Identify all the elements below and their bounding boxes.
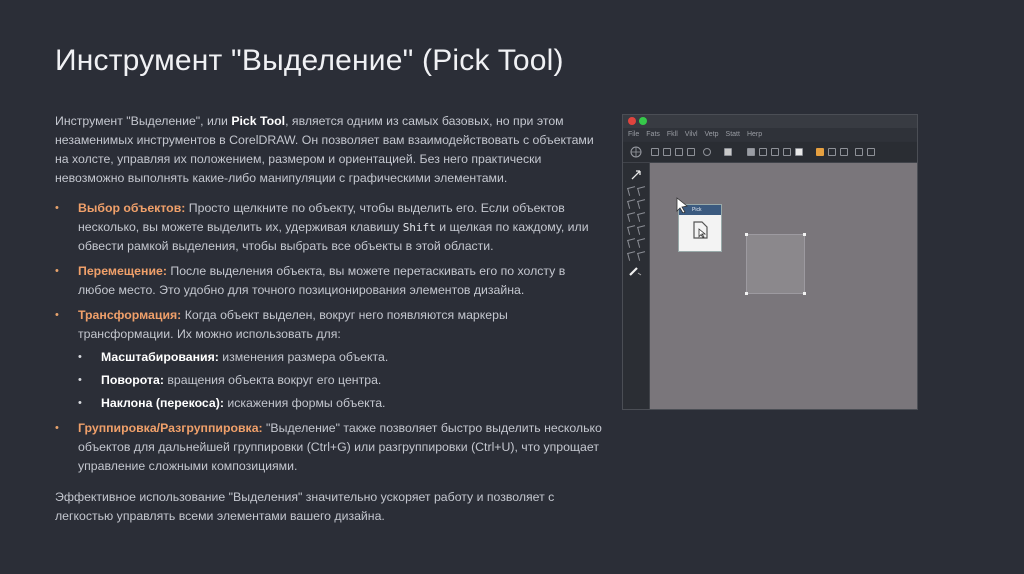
document-cursor-icon xyxy=(693,221,708,239)
toolbox-tool-icon xyxy=(627,251,637,261)
toolbox-tool-icon xyxy=(627,186,637,196)
selection-handle[interactable] xyxy=(745,292,748,295)
coreldraw-screenshot: File Fats Fkll Vilvl Vetp Statt Herp Pic… xyxy=(622,114,918,410)
intro-text-pre: Инструмент "Выделение", или xyxy=(55,114,232,128)
toolbar xyxy=(623,142,917,163)
text-tool-icon xyxy=(816,148,824,156)
menu-item-vilvl: Vilvl xyxy=(684,131,698,138)
toolbar-tool-icon xyxy=(675,148,683,156)
feature-list: Выбор объектов: Просто щелкните по объек… xyxy=(55,199,605,476)
toolbar-tool-icon xyxy=(663,148,671,156)
feature-move: Перемещение: После выделения объекта, вы… xyxy=(55,262,605,300)
window-titlebar xyxy=(623,115,917,128)
drawing-canvas[interactable]: Pick xyxy=(650,163,917,409)
sub-label: Поворота: xyxy=(101,373,164,387)
feature-transform: Трансформация: Когда объект выделен, вок… xyxy=(55,306,605,413)
sub-label: Масштабирования: xyxy=(101,350,219,364)
eyedropper-icon xyxy=(629,267,642,276)
toolbar-tool-icon xyxy=(828,148,836,156)
toolbox-tool-icon xyxy=(637,251,647,261)
folder-icon xyxy=(747,148,755,156)
selected-object[interactable] xyxy=(745,233,806,295)
menu-item-file: File xyxy=(628,131,640,138)
feature-grouping: Группировка/Разгруппировка: "Выделение" … xyxy=(55,419,605,476)
sub-item-rotate: Поворота: вращения объекта вокруг его це… xyxy=(78,371,605,390)
menu-item-fats: Fats xyxy=(646,131,660,138)
selection-handle[interactable] xyxy=(745,233,748,236)
toolbox-tool-icon xyxy=(627,238,637,248)
feature-label: Перемещение: xyxy=(78,264,167,278)
toolbox xyxy=(623,163,650,409)
fill-icon xyxy=(795,148,803,156)
main-content: Инструмент "Выделение", или Pick Tool, я… xyxy=(55,112,605,526)
arrow-cursor-icon xyxy=(676,197,688,213)
toolbox-tool-icon xyxy=(627,225,637,235)
menu-item-statt: Statt xyxy=(725,131,740,138)
page-title: Инструмент "Выделение" (Pick Tool) xyxy=(55,44,564,77)
sub-item-scale: Масштабирования: изменения размера объек… xyxy=(78,348,605,367)
sub-text: изменения размера объекта. xyxy=(218,350,389,364)
menu-item-vetp: Vetp xyxy=(704,131,719,138)
globe-icon xyxy=(630,146,642,158)
toolbox-tool-icon xyxy=(637,186,647,196)
toolbox-tool-icon xyxy=(637,225,647,235)
toolbar-tool-icon xyxy=(867,148,875,156)
intro-bold-pick-tool: Pick Tool xyxy=(231,114,286,128)
selection-handle[interactable] xyxy=(803,233,806,236)
close-window-icon xyxy=(628,117,636,125)
toolbox-tool-icon xyxy=(637,212,647,222)
feature-label: Выбор объектов: xyxy=(78,201,186,215)
maximize-window-icon xyxy=(639,117,647,125)
toolbox-tool-icon xyxy=(637,238,647,248)
menu-bar: File Fats Fkll Vilvl Vetp Statt Herp xyxy=(623,128,917,141)
sub-label: Наклона (перекоса): xyxy=(101,396,224,410)
sub-text: искажения формы объекта. xyxy=(223,396,386,410)
toolbox-tool-icon xyxy=(637,199,647,209)
intro-paragraph: Инструмент "Выделение", или Pick Tool, я… xyxy=(55,112,605,188)
toolbox-tool-icon xyxy=(627,199,637,209)
toolbar-tool-icon xyxy=(687,148,695,156)
pick-tool-icon xyxy=(631,170,641,180)
menu-item-herp: Herp xyxy=(746,131,763,138)
toolbar-tool-icon xyxy=(759,148,767,156)
pick-tool-tooltip: Pick xyxy=(676,197,722,252)
toolbar-tool-icon xyxy=(724,148,732,156)
toolbar-tool-icon xyxy=(840,148,848,156)
zoom-icon xyxy=(703,148,711,156)
sub-item-skew: Наклона (перекоса): искажения формы объе… xyxy=(78,394,605,413)
feature-label: Трансформация: xyxy=(78,308,182,322)
toolbar-tool-icon xyxy=(783,148,791,156)
toolbar-tool-icon xyxy=(855,148,863,156)
feature-select-objects: Выбор объектов: Просто щелкните по объек… xyxy=(55,199,605,256)
toolbox-tool-icon xyxy=(627,212,637,222)
sub-text: вращения объекта вокруг его центра. xyxy=(163,373,382,387)
outro-paragraph: Эффективное использование "Выделения" зн… xyxy=(55,490,555,523)
feature-label: Группировка/Разгруппировка: xyxy=(78,421,263,435)
toolbar-tool-icon xyxy=(771,148,779,156)
toolbar-tool-icon xyxy=(651,148,659,156)
transform-sublist: Масштабирования: изменения размера объек… xyxy=(78,348,605,413)
selection-handle[interactable] xyxy=(803,292,806,295)
menu-item-fkll: Fkll xyxy=(666,131,678,138)
shift-key-code: Shift xyxy=(402,221,436,234)
